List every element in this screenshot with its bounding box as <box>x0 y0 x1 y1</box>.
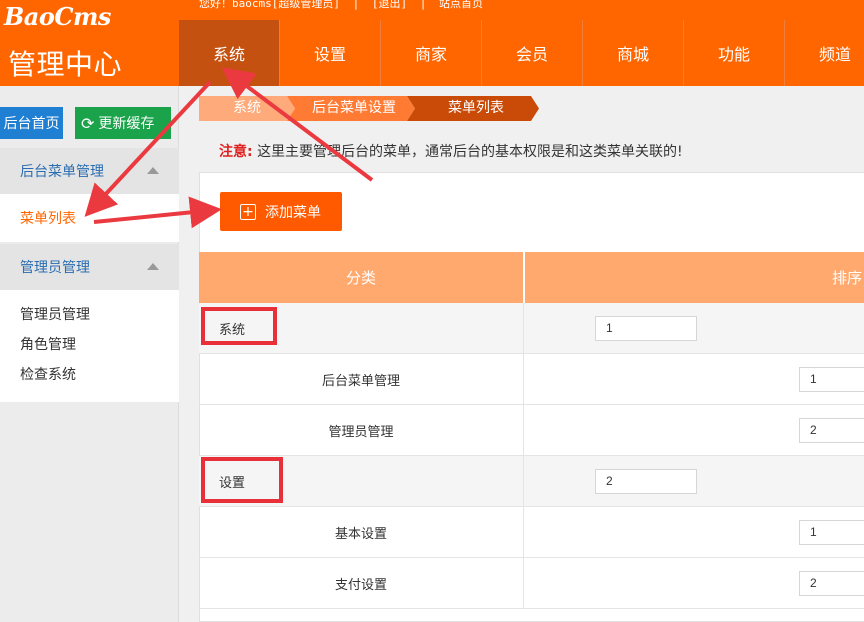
row-name: 管理员管理 <box>199 405 524 455</box>
nav-member[interactable]: 会员 <box>482 20 583 86</box>
sort-input[interactable]: 1 <box>595 316 697 341</box>
greeting: 您好！baocms[超级管理员] <box>199 0 340 10</box>
sidebar-section-menu-admin[interactable]: 后台菜单管理 <box>0 148 179 194</box>
breadcrumb-item-menu-list: 菜单列表 <box>407 96 539 121</box>
plus-icon: + <box>240 203 256 220</box>
sidebar-item-admin-manage[interactable]: 管理员管理 <box>0 300 179 330</box>
table-row: 后台菜单管理 1 <box>199 354 864 405</box>
notice-text: 这里主要管理后台的菜单，通常后台的基本权限是和这类菜单关联的! <box>257 144 683 160</box>
table-row: 管理员管理 2 <box>199 405 864 456</box>
main-nav: 系统 设置 商家 会员 商城 功能 频道 <box>179 20 864 86</box>
sidebar-section-body: 菜单列表 <box>0 194 179 242</box>
notice-label: 注意: <box>219 144 253 160</box>
notice: 注意: 这里主要管理后台的菜单，通常后台的基本权限是和这类菜单关联的! <box>219 141 683 161</box>
sort-input[interactable]: 2 <box>799 571 864 596</box>
sort-input[interactable]: 1 <box>799 367 864 392</box>
sidebar-item-check-system[interactable]: 检查系统 <box>0 360 179 390</box>
sidebar-section-title: 后台菜单管理 <box>20 164 104 180</box>
sidebar-section-body: 管理员管理 角色管理 检查系统 <box>0 290 179 402</box>
site-home-link[interactable]: 站点首页 <box>439 0 483 10</box>
sort-input[interactable]: 1 <box>799 520 864 545</box>
add-menu-button[interactable]: + 添加菜单 <box>220 192 342 231</box>
table-row: 支付设置 2 <box>199 558 864 609</box>
top-message: 您好！baocms[超级管理员] | [退出] | 站点首页 <box>199 0 489 11</box>
nav-system[interactable]: 系统 <box>179 20 280 86</box>
add-menu-label: 添加菜单 <box>265 204 321 221</box>
main-content: 系统 后台菜单设置 菜单列表 注意: 这里主要管理后台的菜单，通常后台的基本权限… <box>199 86 864 622</box>
table-row: 基本设置 1 <box>199 507 864 558</box>
sidebar-item-menu-list[interactable]: 菜单列表 <box>0 204 179 234</box>
table-row: 设置 2 <box>199 456 864 507</box>
refresh-cache-label: 更新缓存 <box>98 116 155 132</box>
highlight-box-settings <box>201 457 283 503</box>
refresh-cache-button[interactable]: ⟳ 更新缓存 <box>75 107 171 139</box>
logo: BaoCms <box>4 2 111 31</box>
row-name: 支付设置 <box>199 558 524 608</box>
brand: BaoCms 管理中心 <box>0 0 179 86</box>
breadcrumb: 系统 后台菜单设置 菜单列表 <box>199 96 599 121</box>
sort-input[interactable]: 2 <box>799 418 864 443</box>
logout-link[interactable]: [退出] <box>372 0 407 10</box>
collapse-arrow-icon <box>147 263 159 270</box>
refresh-icon: ⟳ <box>81 113 95 133</box>
separator: | <box>352 0 360 10</box>
sort-input[interactable]: 2 <box>595 469 697 494</box>
sidebar: 后台首页 ⟳ 更新缓存 后台菜单管理 菜单列表 管理员管理 管理员管理 角色管理… <box>0 86 179 622</box>
nav-mall[interactable]: 商城 <box>583 20 684 86</box>
nav-channel[interactable]: 频道 <box>785 20 864 86</box>
column-header-sort: 排序 <box>525 252 864 303</box>
admin-center-title: 管理中心 <box>8 48 123 81</box>
table-row: 系统 1 <box>199 303 864 354</box>
sidebar-item-role-manage[interactable]: 角色管理 <box>0 330 179 360</box>
highlight-box-system <box>201 307 277 345</box>
row-name: 后台菜单管理 <box>199 354 524 404</box>
sidebar-section-admin-manage[interactable]: 管理员管理 <box>0 244 179 290</box>
nav-function[interactable]: 功能 <box>684 20 785 86</box>
breadcrumb-item-menu-settings[interactable]: 后台菜单设置 <box>287 96 415 121</box>
column-header-category: 分类 <box>199 252 524 303</box>
sidebar-section-title: 管理员管理 <box>20 260 90 276</box>
collapse-arrow-icon <box>147 167 159 174</box>
admin-home-button[interactable]: 后台首页 <box>0 107 63 139</box>
breadcrumb-item-system[interactable]: 系统 <box>199 96 295 121</box>
nav-settings[interactable]: 设置 <box>280 20 381 86</box>
separator: | <box>419 0 427 10</box>
row-name: 基本设置 <box>199 507 524 557</box>
nav-merchant[interactable]: 商家 <box>381 20 482 86</box>
top-bar: 您好！baocms[超级管理员] | [退出] | 站点首页 系统 设置 商家 … <box>179 0 864 86</box>
